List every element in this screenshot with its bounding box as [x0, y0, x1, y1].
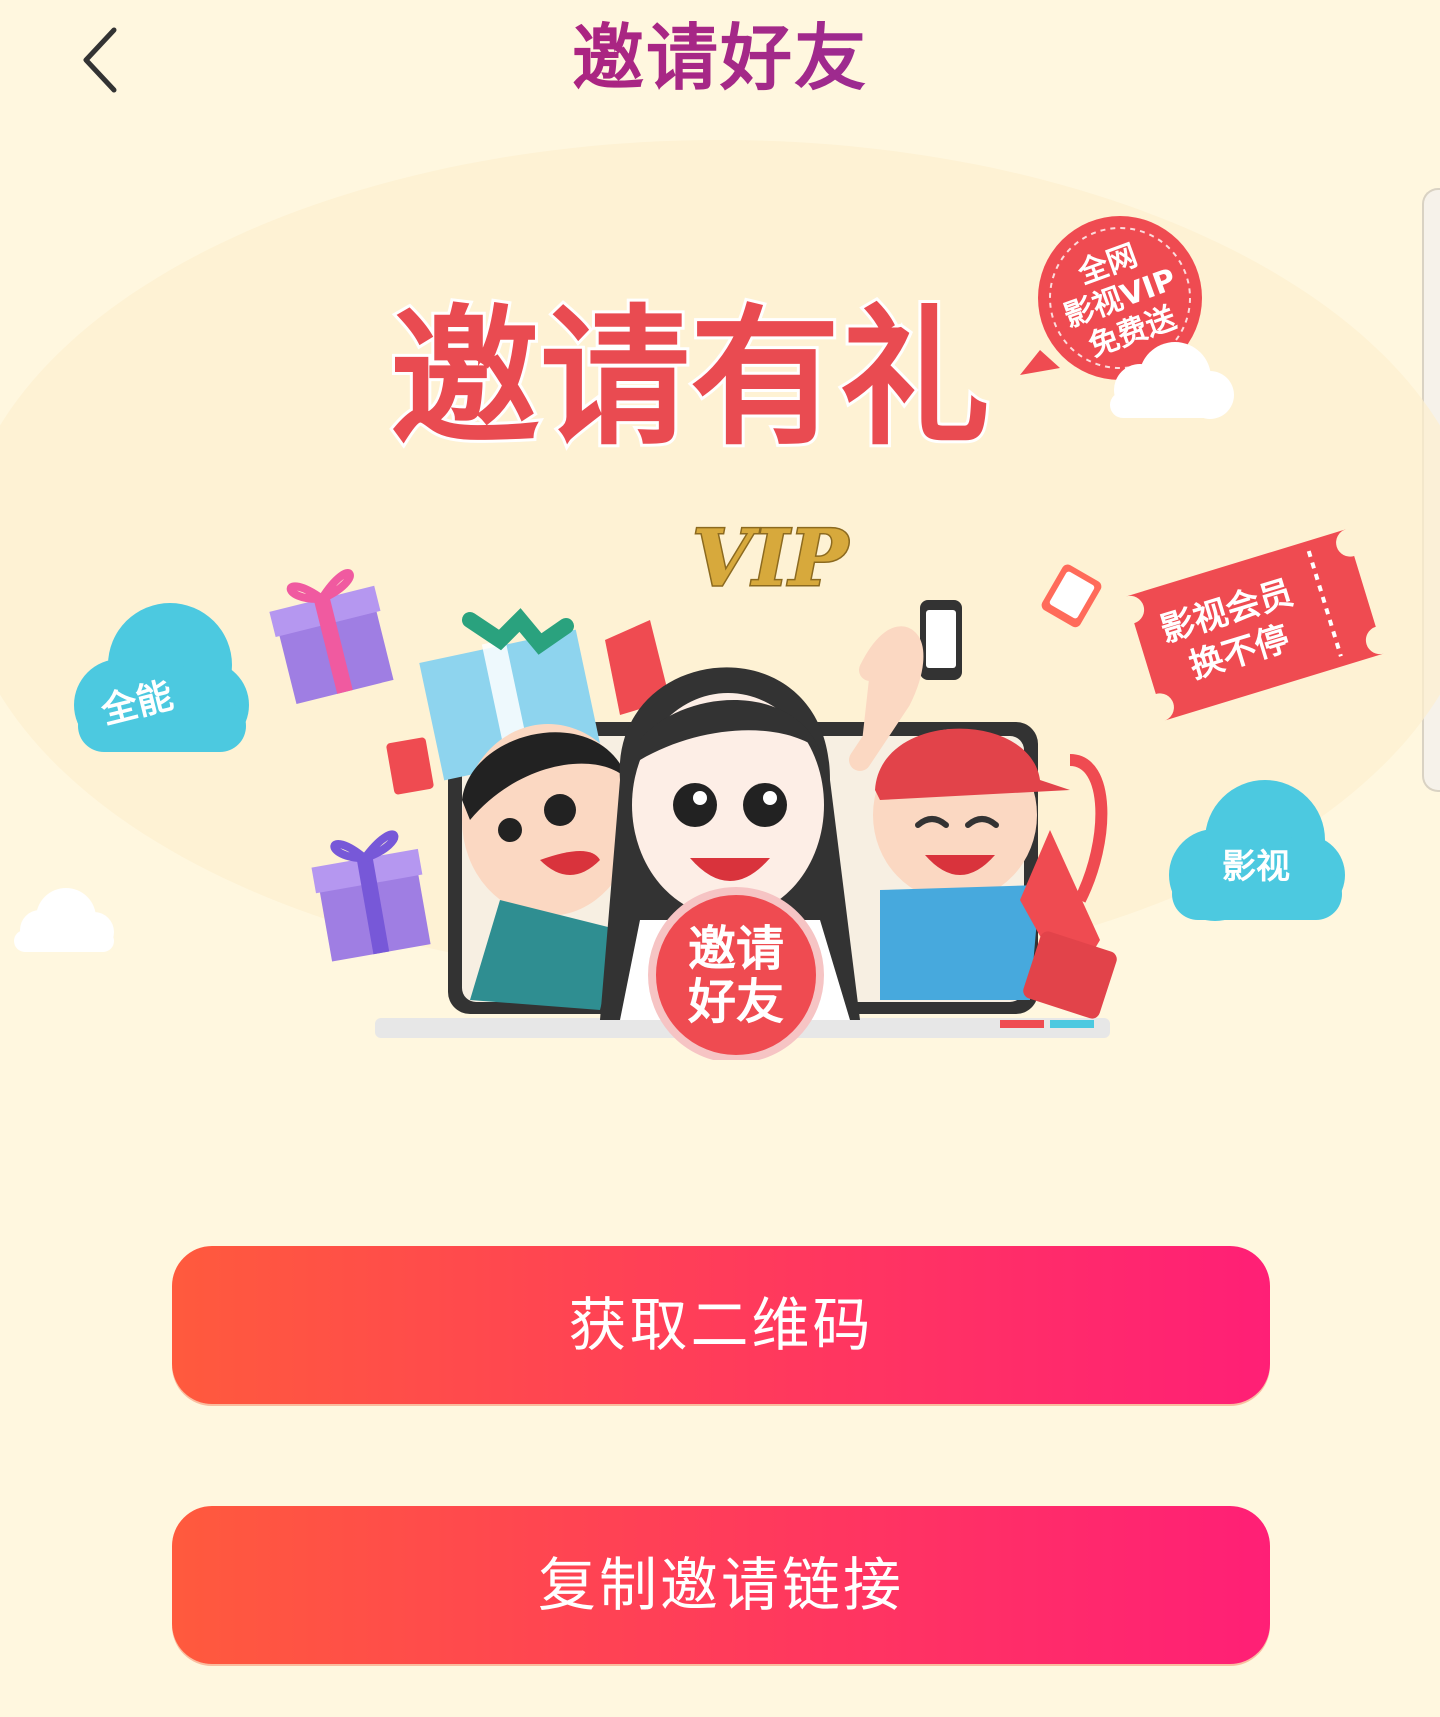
small-cloud-left	[14, 888, 114, 952]
cloud-right-label: 影视	[1222, 847, 1290, 887]
page-title: 邀请好友	[0, 8, 1440, 108]
invite-banner: 邀请有礼 全网 影视VIP 免费送 全能 影视 影视会员 换不停 VIP 邀请 …	[0, 140, 1440, 1060]
medal-line-1: 邀请	[688, 921, 784, 977]
invite-medal: 邀请 好友	[648, 887, 824, 1060]
vip-logo: VIP	[692, 513, 850, 604]
get-qr-code-button[interactable]: 获取二维码	[172, 1246, 1270, 1404]
medal-line-2: 好友	[687, 974, 784, 1030]
copy-invite-link-button[interactable]: 复制邀请链接	[172, 1506, 1270, 1664]
banner-headline: 邀请有礼	[390, 292, 990, 466]
top-bar: 邀请好友	[0, 0, 1440, 120]
